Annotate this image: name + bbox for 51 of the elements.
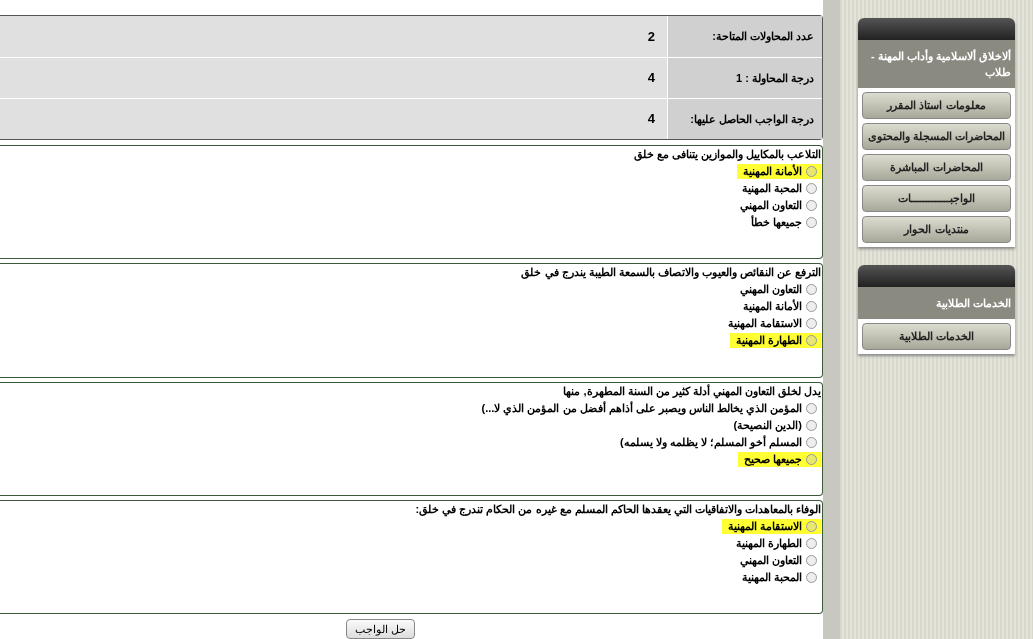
answer-option[interactable]: الطهارة المهنية <box>729 333 821 349</box>
summary-value: 4 <box>646 69 656 88</box>
answer-option[interactable]: المسلم أخو المسلم؛ لا يظلمه ولا يسلمه) <box>614 434 821 450</box>
sidebar-button[interactable]: المحاضرات المسجلة والمحتوى <box>862 123 1011 150</box>
summary-label: عدد المحاولات المتاحة: <box>667 16 822 57</box>
panel-title: ألاخلاق ألاسلامية وأداب المهنة - طلاب <box>858 40 1015 88</box>
answer-option[interactable]: الأمانة المهنية <box>736 164 821 179</box>
answer-option[interactable]: المحبة المهنية <box>735 181 821 196</box>
answer-option[interactable]: الاستقامة المهنية <box>721 316 821 332</box>
summary-label: درجة المحاولة : 1 <box>667 58 822 98</box>
radio-button[interactable] <box>806 453 817 465</box>
sidebar-button[interactable]: الخدمات الطلابية <box>862 323 1011 350</box>
summary-value: 4 <box>646 110 656 129</box>
answer-option[interactable]: المؤمن الذي يخالط الناس ويصبر على أذاهم أفضل من المؤمن الذي لا...) <box>475 400 821 416</box>
radio-button[interactable] <box>806 183 817 194</box>
question-text: الترفع عن النقائص والعيوب والاتصاف بالسمعة الطيبة يندرج في خلق <box>520 265 821 281</box>
answer-option[interactable]: التعاون المهني <box>733 552 821 568</box>
answer-option[interactable]: الطهارة المهنية <box>729 535 821 551</box>
question-text: يدل لخلق التعاون المهني أدلة كثير من السنة المطهرة, منها <box>562 383 821 399</box>
submit-button[interactable]: حل الواجب <box>345 619 415 639</box>
radio-button[interactable] <box>806 217 817 228</box>
question-text: التلاعب بالمكاييل والموازين يتنافى مع خلق <box>632 147 821 162</box>
answer-option[interactable]: جميعها صحيح <box>737 451 821 467</box>
answer-option[interactable]: (الدين النصيحة) <box>727 417 821 433</box>
radio-button[interactable] <box>806 520 817 532</box>
summary-label: درجة الواجب الحاصل عليها: <box>667 99 822 139</box>
summary-value: 2 <box>646 27 656 46</box>
radio-button[interactable] <box>806 402 817 414</box>
radio-button[interactable] <box>806 571 817 583</box>
radio-button[interactable] <box>806 436 817 448</box>
sidebar-button[interactable]: منتديات الحوار <box>862 216 1011 243</box>
radio-button[interactable] <box>806 166 817 177</box>
panel-title: الخدمات الطلابية <box>858 287 1015 319</box>
radio-button[interactable] <box>806 537 817 549</box>
question-text: الوفاء بالمعاهدات والاتفاقيات التي يعقدها الحاكم المسلم مع غيره من الحكام تندرج في خلق: <box>414 501 821 517</box>
radio-button[interactable] <box>806 419 817 431</box>
radio-button[interactable] <box>806 284 817 296</box>
answer-option[interactable]: المحبة المهنية <box>735 569 821 585</box>
radio-button[interactable] <box>806 335 817 347</box>
answer-option[interactable]: التعاون المهني <box>733 198 821 213</box>
radio-button[interactable] <box>806 318 817 330</box>
answer-option[interactable]: الأمانة المهنية <box>736 299 821 315</box>
answer-option[interactable]: جميعها خطأ <box>744 215 821 230</box>
radio-button[interactable] <box>806 200 817 211</box>
radio-button[interactable] <box>806 301 817 313</box>
radio-button[interactable] <box>806 554 817 566</box>
sidebar-button[interactable]: معلومات استاذ المقرر <box>862 92 1011 119</box>
sidebar-button[interactable]: المحاضرات المباشرة <box>862 154 1011 181</box>
sidebar-button[interactable]: الواجبـــــــــــــات <box>862 185 1011 212</box>
answer-option[interactable]: التعاون المهني <box>733 282 821 298</box>
answer-option[interactable]: الاستقامة المهنية <box>721 518 821 534</box>
